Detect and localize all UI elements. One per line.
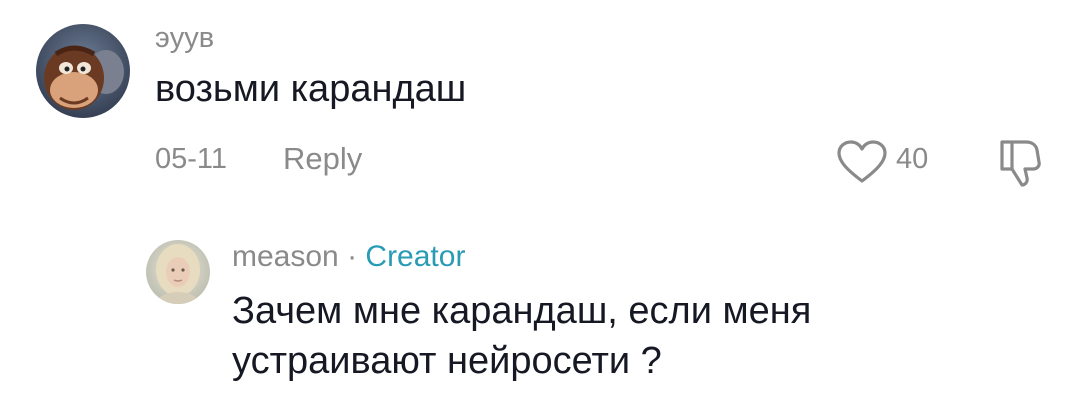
- avatar-image: [146, 240, 210, 304]
- comment-text: Зачем мне карандаш, если меня устраивают…: [232, 286, 1032, 386]
- avatar-image: [36, 24, 130, 118]
- comment-username[interactable]: meason: [232, 240, 339, 273]
- comment-username[interactable]: эуув: [155, 22, 214, 55]
- thumbs-down-icon[interactable]: [996, 136, 1046, 188]
- like-count: 40: [896, 143, 929, 175]
- comment-text: возьми карандаш: [155, 68, 467, 110]
- separator-dot: ·: [347, 240, 366, 273]
- avatar[interactable]: [36, 24, 130, 118]
- heart-outline-icon[interactable]: [836, 140, 888, 184]
- comment-text-line: Зачем мне карандаш, если меня: [232, 290, 812, 332]
- comment-text-line: устраивают нейросети ?: [232, 340, 662, 382]
- creator-badge: Creator: [365, 240, 466, 273]
- reply-button[interactable]: Reply: [283, 141, 362, 177]
- comment-date: 05-11: [155, 143, 228, 175]
- avatar[interactable]: [146, 240, 210, 304]
- comment-meta: meason · Creator: [232, 240, 465, 274]
